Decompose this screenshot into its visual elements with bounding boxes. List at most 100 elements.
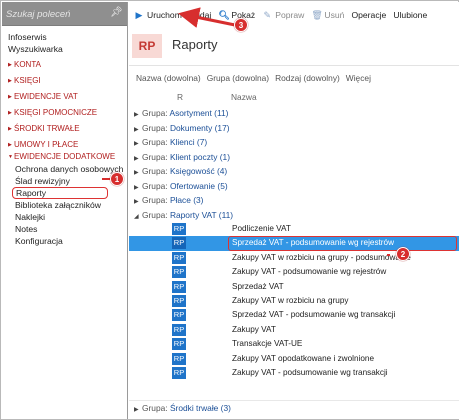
annotation-callout-2: 2 xyxy=(396,247,410,261)
caret-right-icon: ▶ xyxy=(134,407,139,413)
report-name: Transakcje VAT-UE xyxy=(232,339,303,349)
group-row-expanded[interactable]: ◢ Grupa: Raporty VAT (11) xyxy=(129,208,459,223)
delete-button[interactable]: 🗑︎ Usuń xyxy=(311,6,344,24)
report-type-icon: RP xyxy=(172,309,186,322)
sidebar-group-label: ŚRODKI TRWAŁE xyxy=(14,124,80,133)
sidebar-group-label: KSIĘGI POMOCNICZE xyxy=(14,108,98,117)
group-prefix: Grupa: xyxy=(142,209,168,220)
report-name: Sprzedaż VAT - podsumowanie wg transakcj… xyxy=(232,310,396,320)
sidebar-item-biblioteka-zalacznikow[interactable]: Biblioteka załączników xyxy=(8,199,127,211)
command-search-input[interactable] xyxy=(6,6,106,22)
group-row[interactable]: ▶ Grupa: Ofertowanie (5) xyxy=(129,179,459,194)
column-r[interactable]: R xyxy=(177,92,183,102)
group-name: Klient poczty (1) xyxy=(169,151,230,162)
report-name: Zakupy VAT opodatkowane i zwolnione xyxy=(232,353,374,363)
add-button[interactable]: Dodaj xyxy=(189,6,211,24)
group-prefix: Grupa: xyxy=(142,180,168,191)
group-prefix: Grupa: xyxy=(142,151,168,162)
sidebar-item-infoserwis[interactable]: Infoserwis xyxy=(8,31,127,43)
sidebar-group-ewidencje-dodatkowe[interactable]: ▼EWIDENCJE DODATKOWE xyxy=(8,151,127,163)
pin-icon[interactable]: 📌︎ xyxy=(110,7,123,19)
sidebar-item-naklejki[interactable]: Naklejki xyxy=(8,211,127,223)
sidebar-group-umowy-place[interactable]: ▶ UMOWY I PŁACE xyxy=(8,139,127,151)
report-row[interactable]: RP Zakupy VAT - podsumowanie wg rejestrów xyxy=(129,265,459,279)
sidebar-group-label: KSIĘGI xyxy=(14,76,41,85)
group-name: Dokumenty (17) xyxy=(169,122,230,133)
trash-icon: 🗑︎ xyxy=(311,9,323,20)
filter-group[interactable]: Grupa (dowolna) xyxy=(207,73,269,83)
report-name: Zakupy VAT - podsumowanie wg rejestrów xyxy=(232,267,387,277)
report-name: Zakupy VAT - podsumowanie wg transakcji xyxy=(232,367,388,377)
group-row[interactable]: ▶ Grupa: Księgowość (4) xyxy=(129,164,459,179)
sidebar-group-ewidencje-vat[interactable]: ▶ EWIDENCJE VAT xyxy=(8,91,127,103)
reports-grid: ▶ Grupa: Asortyment (11) ▶ Grupa: Dokument… xyxy=(129,106,459,380)
report-name: Sprzedaż VAT xyxy=(232,281,284,291)
report-row[interactable]: RP Zakupy VAT xyxy=(129,323,459,337)
report-row-selected[interactable]: RP Sprzedaż VAT - podsumowanie wg rejestr… xyxy=(129,236,459,251)
report-row[interactable]: RP Zakupy VAT w rozbiciu na grupy xyxy=(129,294,459,308)
magnifier-icon: 🔍︎ xyxy=(218,9,230,20)
pencil-icon: ✎ xyxy=(263,9,271,20)
group-row[interactable]: ▶ Grupa: Płace (3) xyxy=(129,193,459,208)
report-type-icon: RP xyxy=(172,294,186,307)
group-row[interactable]: ▶ Grupa: Klient poczty (1) xyxy=(129,150,459,165)
group-prefix: Grupa: xyxy=(142,195,168,205)
group-name: Klienci (7) xyxy=(169,137,208,147)
group-row[interactable]: ▶ Grupa: Klienci (7) xyxy=(129,135,459,150)
report-row[interactable]: RP Zakupy VAT opodatkowane i zwolnione xyxy=(129,352,459,366)
sidebar-group-ksiegi-pomocnicze[interactable]: ▶ KSIĘGI POMOCNICZE xyxy=(8,107,127,119)
group-prefix: Grupa: xyxy=(142,137,168,147)
sidebar-item-raporty[interactable]: Raporty xyxy=(12,187,108,199)
page-title: Raporty xyxy=(172,37,218,52)
run-label: Uruchom xyxy=(147,10,182,20)
sidebar-item-wyszukiwarka[interactable]: Wyszukiwarka xyxy=(8,43,127,55)
edit-button[interactable]: ✎ Popraw xyxy=(262,6,304,24)
group-prefix: Grupa: xyxy=(142,403,168,413)
filter-kind[interactable]: Rodzaj (dowolny) xyxy=(275,73,340,83)
sidebar-item-konfiguracja[interactable]: Konfiguracja xyxy=(8,235,127,247)
report-row[interactable]: RP Transakcje VAT-UE xyxy=(129,337,459,351)
sidebar-group-srodki-trwale[interactable]: ▶ ŚRODKI TRWAŁE xyxy=(8,123,127,135)
sidebar-group-konta[interactable]: ▶ KONTA xyxy=(8,59,127,71)
group-name: Raporty VAT (11) xyxy=(169,209,234,220)
favorites-menu[interactable]: Ulubione xyxy=(393,6,427,24)
group-row[interactable]: ▶ Grupa: Środki trwałe (3) xyxy=(129,401,459,416)
filter-name[interactable]: Nazwa (dowolna) xyxy=(136,73,201,83)
group-row[interactable]: ▶ Grupa: Dokumenty (17) xyxy=(129,121,459,136)
run-button[interactable]: ▶ Uruchom xyxy=(134,6,182,24)
sidebar: 📌︎ Infoserwis Wyszukiwarka ▶KONTA ▶KSIĘG… xyxy=(2,2,128,419)
sidebar-group-ksiegi[interactable]: ▶ KSIĘGI xyxy=(8,75,127,87)
sidebar-item-ochrona-danych[interactable]: Ochrona danych osobowych xyxy=(8,163,127,175)
report-type-icon: RP xyxy=(172,366,186,379)
app-window: 📌︎ Infoserwis Wyszukiwarka ▶KONTA ▶KSIĘG… xyxy=(0,0,459,420)
report-name: Zakupy VAT xyxy=(232,324,276,334)
group-name: Asortyment (11) xyxy=(169,108,229,118)
operations-label: Operacje xyxy=(351,10,387,20)
module-logo: RP xyxy=(132,34,162,58)
group-name: Ofertowanie (5) xyxy=(169,180,228,191)
report-row[interactable]: RP Podliczenie VAT xyxy=(129,222,459,236)
report-row[interactable]: RP Sprzedaż VAT xyxy=(129,280,459,294)
report-row[interactable]: RP Sprzedaż VAT - podsumowanie wg transak… xyxy=(129,308,459,322)
group-prefix: Grupa: xyxy=(142,166,168,176)
sidebar-item-notes[interactable]: Notes xyxy=(8,223,127,235)
filter-more[interactable]: Więcej xyxy=(346,73,371,83)
report-type-icon: RP xyxy=(172,251,186,264)
group-row[interactable]: ▶ Grupa: Asortyment (11) xyxy=(129,106,459,121)
column-name[interactable]: Nazwa xyxy=(231,92,257,102)
filter-bar: Nazwa (dowolna) Grupa (dowolna) Rodzaj (… xyxy=(129,66,459,90)
operations-menu[interactable]: Operacje xyxy=(351,6,386,24)
report-type-icon: RP xyxy=(172,338,186,351)
sidebar-group-label: UMOWY I PŁACE xyxy=(14,140,79,149)
add-label: Dodaj xyxy=(188,10,212,20)
report-row[interactable]: RP Zakupy VAT - podsumowanie wg transakcj… xyxy=(129,366,459,380)
sidebar-group-label: EWIDENCJE DODATKOWE xyxy=(14,152,116,161)
group-name: Księgowość (4) xyxy=(169,166,228,176)
group-prefix: Grupa: xyxy=(142,108,168,118)
group-row-bottom-wrap: ▶ Grupa: Środki trwałe (3) xyxy=(129,400,459,416)
page-header: RP Raporty xyxy=(129,28,459,66)
command-search-bar: 📌︎ xyxy=(2,2,127,26)
report-name: Zakupy VAT w rozbiciu na grupy xyxy=(232,295,349,305)
report-type-icon: RP xyxy=(172,266,186,279)
annotation-callout-1: 1 xyxy=(110,172,124,186)
